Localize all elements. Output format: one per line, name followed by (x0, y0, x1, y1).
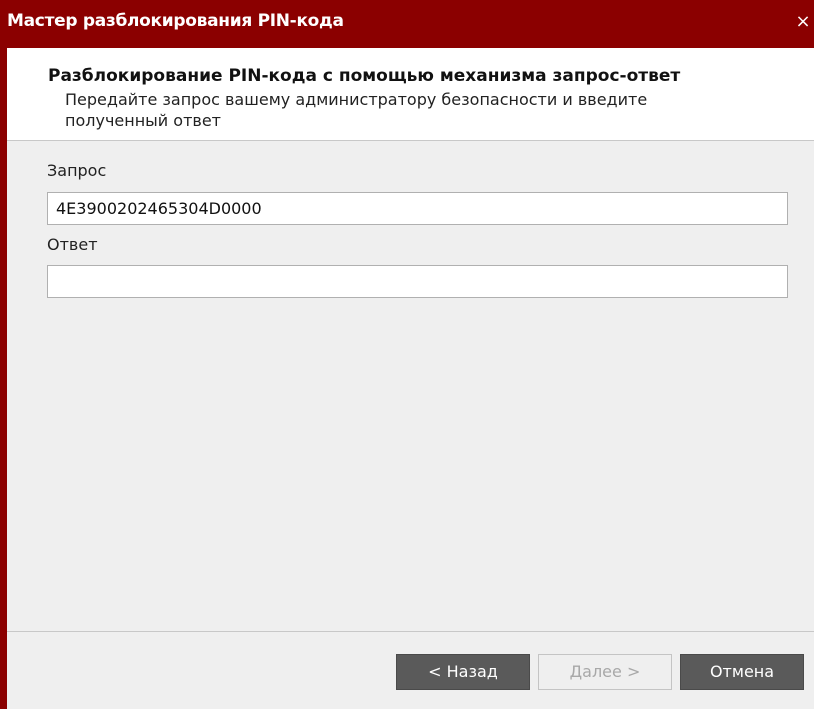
unblock-wizard-window: Мастер разблокирования PIN-кода × Разбло… (0, 0, 814, 709)
wizard-header: Разблокирование PIN-кода с помощью механ… (7, 48, 814, 141)
footer-divider (7, 631, 814, 632)
request-field[interactable] (47, 192, 788, 225)
cancel-button[interactable]: Отмена (680, 654, 804, 690)
wizard-page-title: Разблокирование PIN-кода с помощью механ… (48, 66, 681, 86)
wizard-page-description: Передайте запрос вашему администратору б… (65, 90, 648, 130)
wizard-content: Запрос Ответ (7, 141, 814, 631)
window-titlebar: Мастер разблокирования PIN-кода × (0, 0, 814, 48)
window-title: Мастер разблокирования PIN-кода (7, 11, 344, 31)
back-button[interactable]: < Назад (396, 654, 530, 690)
response-label: Ответ (47, 235, 98, 254)
response-field[interactable] (47, 265, 788, 298)
next-button[interactable]: Далее > (538, 654, 672, 690)
request-label: Запрос (47, 161, 107, 180)
close-icon[interactable]: × (793, 11, 813, 33)
